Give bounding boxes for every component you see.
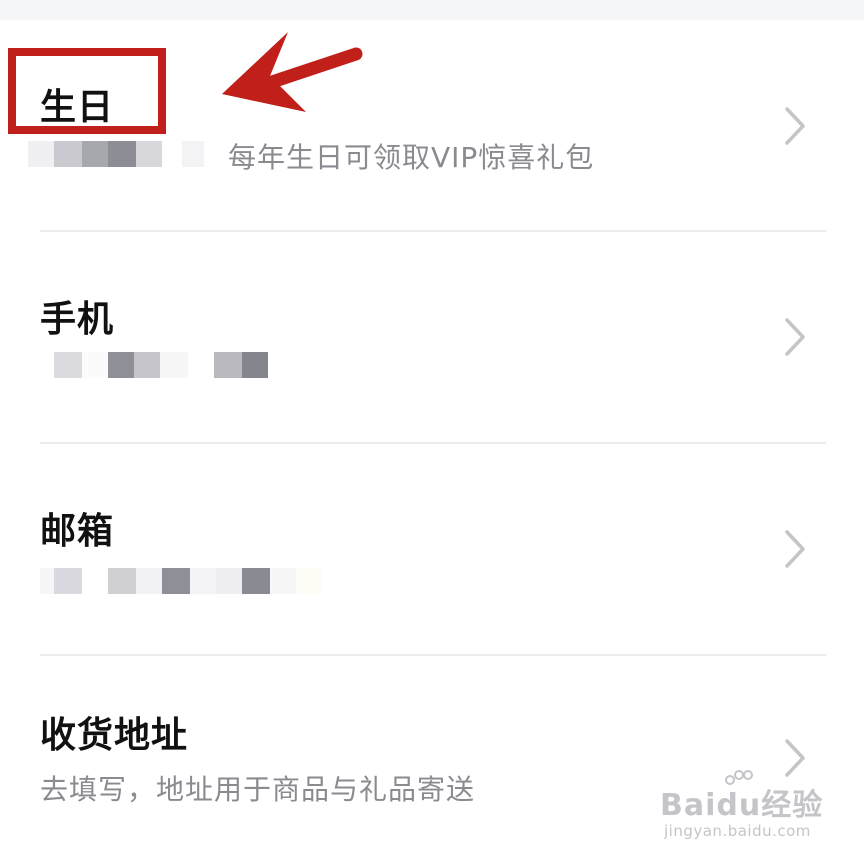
red-arrow-annotation — [222, 32, 363, 112]
watermark-sub: jingyan.baidu.com — [664, 822, 811, 840]
birthday-value-redacted — [28, 141, 204, 167]
email-row[interactable]: 邮箱 — [0, 444, 864, 654]
birthday-subtitle: 每年生日可领取VIP惊喜礼包 — [228, 141, 595, 174]
red-highlight-box — [8, 48, 166, 134]
watermark-main: Baidu经验 — [660, 788, 824, 823]
address-title: 收货地址 — [40, 715, 189, 756]
phone-title: 手机 — [40, 299, 115, 340]
baidu-watermark: Baidu经验 jingyan.baidu.com — [660, 770, 860, 850]
phone-row[interactable]: 手机 — [0, 232, 864, 442]
phone-value-redacted — [54, 352, 268, 378]
address-subtitle: 去填写，地址用于商品与礼品寄送 — [40, 773, 476, 806]
email-value-redacted — [40, 568, 322, 594]
top-strip — [0, 0, 864, 20]
chevron-right-icon — [785, 107, 805, 145]
chevron-right-icon — [785, 530, 805, 568]
chevron-right-icon — [785, 318, 805, 356]
email-title: 邮箱 — [40, 511, 115, 552]
